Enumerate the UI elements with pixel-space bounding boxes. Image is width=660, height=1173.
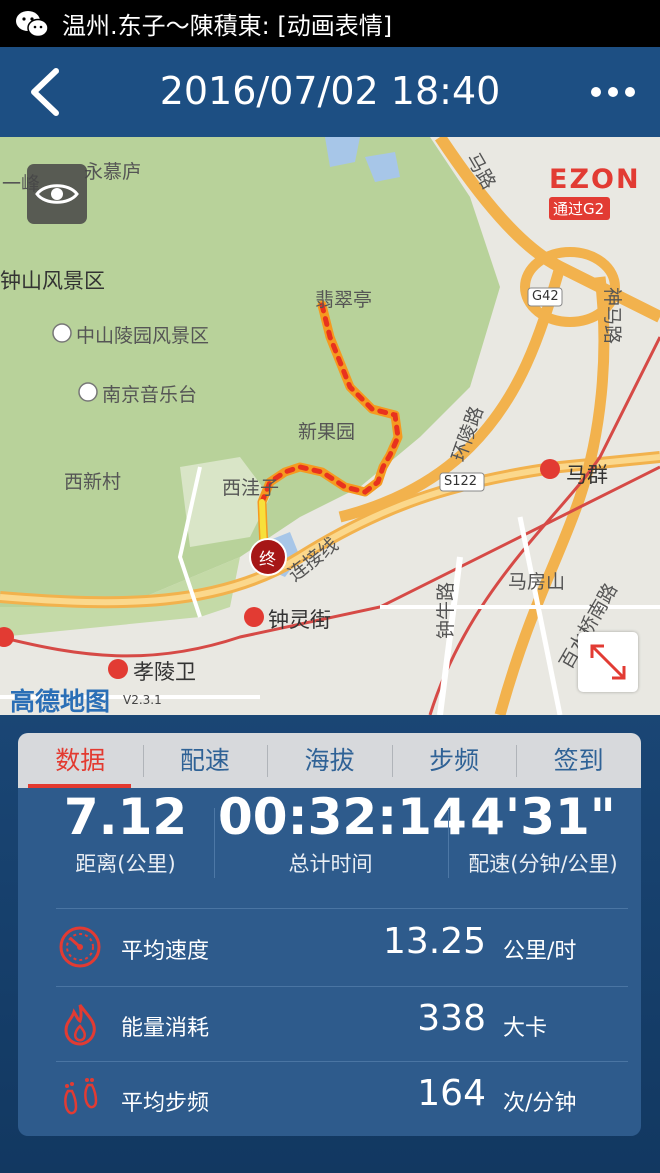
- map-label: 钟灵街: [268, 608, 331, 632]
- map-label: 马房山: [508, 571, 566, 593]
- stat-row-cadence: 平均步频 164 次/分钟: [18, 1063, 641, 1136]
- stat-row-calories: 能量消耗 338 大卡: [18, 988, 641, 1063]
- tab-altitude[interactable]: 海拔: [267, 733, 392, 788]
- map-label: 中山陵园风景区: [76, 325, 210, 347]
- status-bar: 温州.东子～陳積東: [动画表情]: [0, 0, 660, 47]
- notification-text: 温州.东子～陳積東: [动画表情]: [62, 12, 393, 40]
- pace-label: 配速(分钟/公里): [468, 852, 618, 876]
- route-map[interactable]: 永慕庐 一峰 钟山风景区 中山陵园风景区 南京音乐台 西新村 翡翠亭 新果园 西…: [0, 137, 660, 715]
- flame-icon: [64, 1004, 96, 1046]
- stat-value: 338: [417, 998, 486, 1039]
- tab-pace[interactable]: 配速: [142, 733, 268, 788]
- tab-data[interactable]: 数据: [18, 733, 143, 788]
- eye-icon: [35, 184, 79, 204]
- time-label: 总计时间: [288, 852, 373, 876]
- pace-summary: 4'31" 配速(分钟/公里): [453, 788, 633, 878]
- brand-logo: EZON: [549, 164, 641, 195]
- divider: [56, 986, 628, 987]
- stat-name: 能量消耗: [121, 1016, 210, 1041]
- time-value: 00:32:14: [218, 788, 467, 846]
- stat-value: 164: [417, 1073, 486, 1114]
- fullscreen-button[interactable]: [578, 632, 638, 692]
- map-label: 西洼子: [222, 477, 280, 499]
- stat-row-avg-speed: 平均速度 13.25 公里/时: [18, 911, 641, 986]
- expand-arrows-icon: [590, 644, 626, 680]
- distance-value: 7.12: [63, 788, 188, 846]
- map-label: 孝陵卫: [133, 660, 196, 684]
- more-dots-icon[interactable]: [588, 77, 638, 107]
- summary-row: 7.12 距离(公里) 00:32:14 总计时间 4'31" 配速(分钟/公里…: [18, 788, 641, 888]
- tab-cadence[interactable]: 步频: [391, 733, 517, 788]
- stat-unit: 大卡: [503, 1016, 548, 1041]
- map-label: 永慕庐: [84, 161, 142, 183]
- distance-summary: 7.12 距离(公里): [38, 788, 213, 878]
- page-title: 2016/07/02 18:40: [159, 69, 501, 113]
- map-label: 马群: [566, 463, 608, 487]
- ezon-brand: EZON 通过G2: [549, 164, 644, 220]
- distance-label: 距离(公里): [75, 852, 176, 876]
- tab-bar: 数据 配速 海拔 步频 签到: [18, 733, 641, 788]
- amap-version: V2.3.1: [123, 693, 162, 707]
- road-shield: G42: [532, 289, 559, 304]
- amap-logo: 高德地图: [10, 687, 111, 715]
- map-label: 钟牛路: [435, 581, 458, 640]
- stat-name: 平均步频: [121, 1091, 210, 1116]
- map-label: 新果园: [298, 421, 356, 443]
- stat-unit: 公里/时: [503, 939, 577, 964]
- map-label: 南京音乐台: [102, 384, 198, 406]
- eye-toggle-button[interactable]: [27, 164, 87, 224]
- divider: [448, 808, 449, 878]
- brand-badge: 通过G2: [549, 197, 611, 220]
- map-label: 神马路: [601, 286, 624, 345]
- map-label: 翡翠亭: [315, 289, 373, 311]
- footprints-icon: [64, 1078, 98, 1115]
- map-label: 西新村: [64, 471, 122, 493]
- pace-value: 4'31": [470, 788, 616, 846]
- header-bar: 2016/07/02 18:40: [0, 47, 660, 137]
- divider: [56, 908, 628, 909]
- map-label: 钟山风景区: [0, 269, 105, 293]
- stat-value: 13.25: [382, 921, 486, 962]
- stat-name: 平均速度: [121, 939, 210, 964]
- tab-checkin[interactable]: 签到: [516, 733, 641, 788]
- divider: [214, 808, 215, 878]
- stats-panel: 数据 配速 海拔 步频 签到 7.12 距离(公里) 00:32:14 总计时间…: [18, 733, 641, 1136]
- time-summary: 00:32:14 总计时间: [218, 788, 467, 878]
- speedometer-icon: [59, 926, 101, 968]
- route-end-marker: 终: [259, 550, 276, 570]
- divider: [56, 1061, 628, 1062]
- wechat-icon: [16, 10, 49, 37]
- stat-unit: 次/分钟: [503, 1091, 577, 1116]
- road-shield: S122: [444, 474, 478, 489]
